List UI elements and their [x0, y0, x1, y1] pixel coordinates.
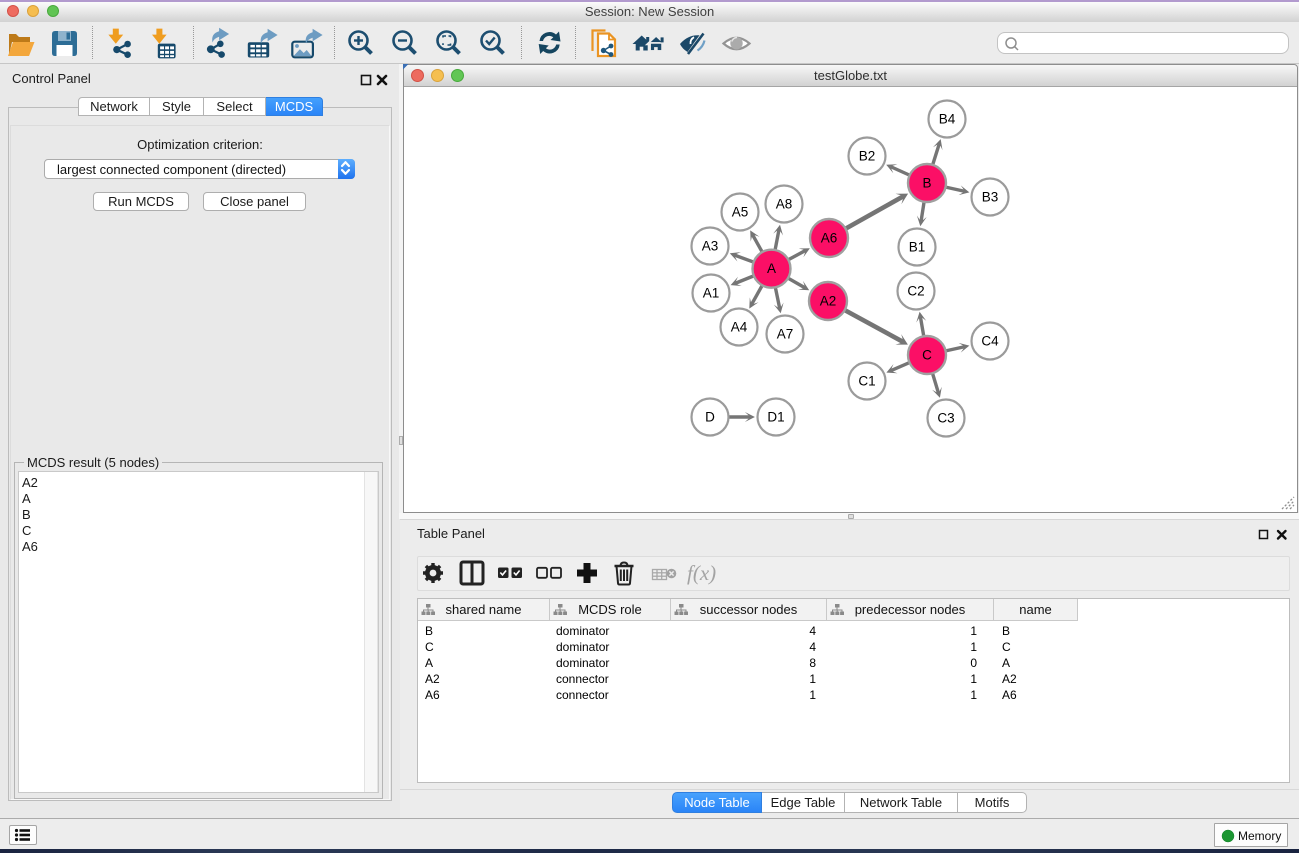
svg-text:A4: A4 — [731, 320, 748, 335]
svg-text:B: B — [922, 176, 931, 191]
svg-text:A6: A6 — [821, 231, 838, 246]
svg-text:C: C — [922, 348, 932, 363]
svg-text:A1: A1 — [703, 286, 720, 301]
svg-text:A2: A2 — [820, 294, 837, 309]
svg-text:D1: D1 — [767, 410, 784, 425]
svg-text:C3: C3 — [937, 411, 954, 426]
svg-text:B4: B4 — [939, 112, 956, 127]
svg-text:f(x): f(x) — [687, 561, 716, 585]
svg-text:B3: B3 — [982, 190, 999, 205]
svg-text:A8: A8 — [776, 197, 793, 212]
svg-text:A5: A5 — [732, 205, 749, 220]
svg-text:B1: B1 — [909, 240, 926, 255]
svg-text:A3: A3 — [702, 239, 719, 254]
svg-text:A: A — [767, 261, 776, 276]
svg-text:B2: B2 — [859, 149, 876, 164]
svg-text:A7: A7 — [777, 327, 794, 342]
svg-text:D: D — [705, 410, 715, 425]
svg-text:C2: C2 — [907, 284, 924, 299]
svg-text:C1: C1 — [858, 374, 875, 389]
svg-text:C4: C4 — [981, 334, 999, 349]
